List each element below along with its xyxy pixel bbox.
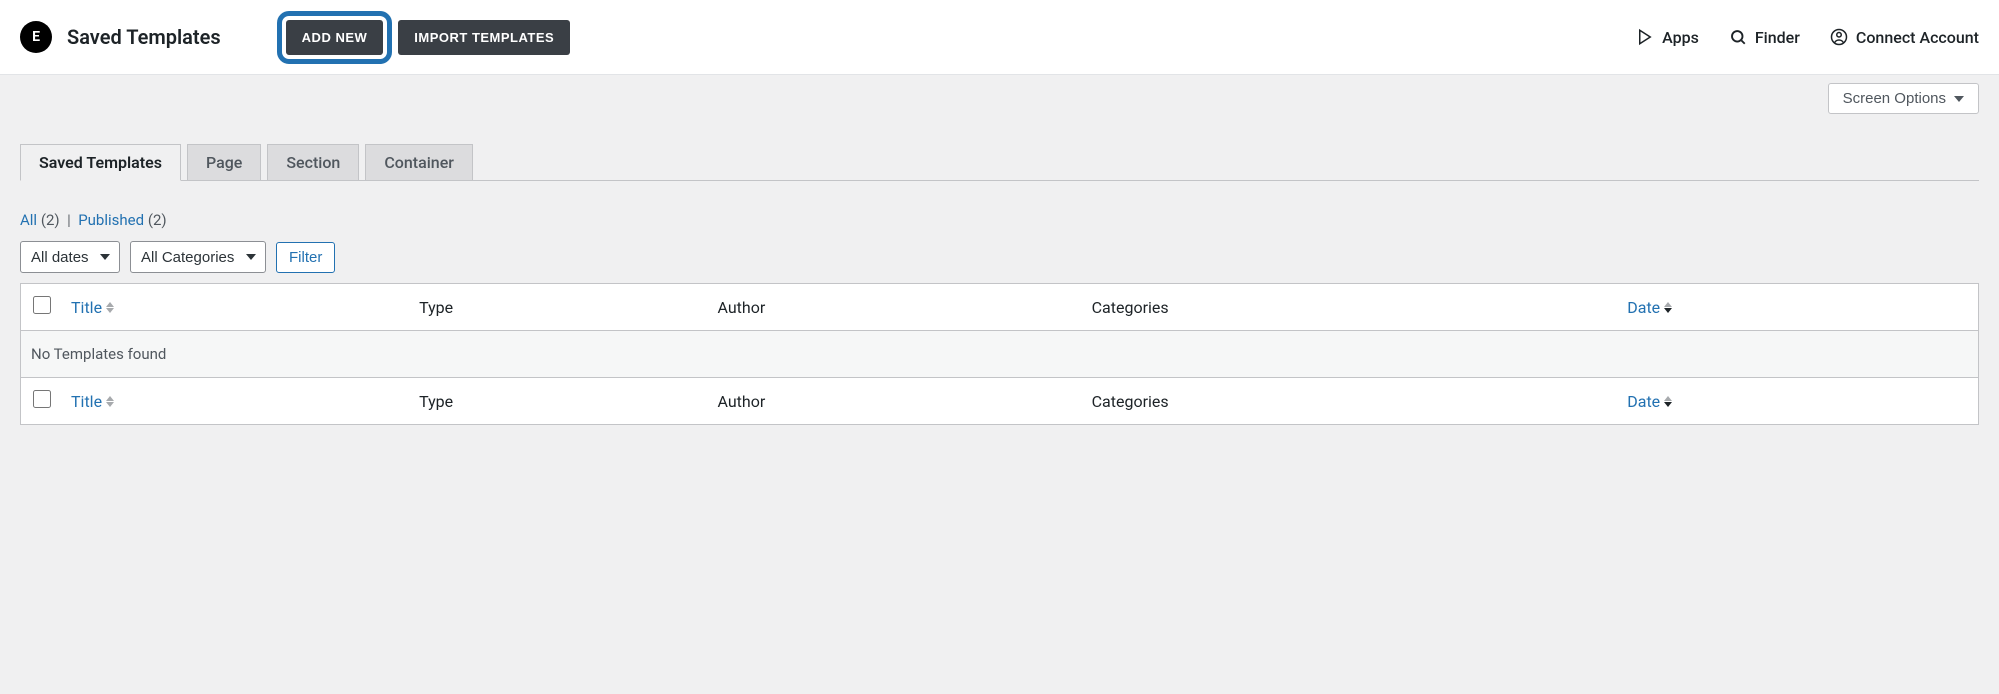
finder-link[interactable]: Finder	[1729, 28, 1800, 47]
col-date-head[interactable]: Date	[1617, 284, 1978, 331]
filter-published-count: (2)	[148, 211, 167, 229]
col-author-foot: Author	[707, 378, 1081, 425]
filter-all-count: (2)	[41, 211, 60, 229]
connect-label: Connect Account	[1856, 28, 1979, 47]
apps-label: Apps	[1662, 28, 1699, 47]
search-icon	[1729, 28, 1747, 46]
logo-text: E	[32, 29, 40, 45]
sort-icon	[1664, 302, 1672, 313]
connect-account-link[interactable]: Connect Account	[1830, 28, 1979, 47]
col-categories-head: Categories	[1082, 284, 1618, 331]
user-icon	[1830, 28, 1848, 46]
col-title-label-foot: Title	[71, 392, 102, 411]
col-checkbox-head	[21, 284, 62, 331]
col-date-label: Date	[1627, 298, 1660, 317]
filter-published-link[interactable]: Published	[78, 211, 144, 229]
col-date-label-foot: Date	[1627, 392, 1660, 411]
tab-container[interactable]: Container	[365, 144, 473, 180]
dates-select[interactable]: All dates	[20, 241, 120, 273]
screen-options-bar: Screen Options	[0, 75, 1999, 114]
chevron-down-icon	[1954, 94, 1964, 104]
filter-button[interactable]: Filter	[276, 242, 335, 273]
empty-message: No Templates found	[21, 331, 1979, 378]
page-title: Saved Templates	[67, 25, 221, 49]
col-categories-foot: Categories	[1082, 378, 1618, 425]
tab-bar: Saved Templates Page Section Container	[20, 144, 1979, 181]
tab-page[interactable]: Page	[187, 144, 261, 180]
table-row-empty: No Templates found	[21, 331, 1979, 378]
select-all-checkbox-foot[interactable]	[33, 390, 51, 408]
select-all-checkbox-head[interactable]	[33, 296, 51, 314]
sort-icon	[106, 302, 114, 313]
col-type-head: Type	[409, 284, 707, 331]
screen-options-label: Screen Options	[1843, 90, 1946, 107]
header-right: Apps Finder Connect Account	[1636, 28, 1979, 47]
finder-label: Finder	[1755, 28, 1800, 47]
header-bar: E Saved Templates ADD NEW IMPORT TEMPLAT…	[0, 0, 1999, 75]
templates-table: Title Type Author Categories Date No Tem…	[20, 283, 1979, 425]
col-author-head: Author	[707, 284, 1081, 331]
screen-options-button[interactable]: Screen Options	[1828, 83, 1979, 114]
content-wrap: Saved Templates Page Section Container A…	[0, 114, 1999, 445]
col-title-label: Title	[71, 298, 102, 317]
apps-link[interactable]: Apps	[1636, 28, 1699, 47]
status-filter-row: All (2) | Published (2)	[20, 211, 1979, 229]
elementor-logo: E	[20, 21, 52, 53]
categories-select[interactable]: All Categories	[130, 241, 266, 273]
header-left: E Saved Templates ADD NEW IMPORT TEMPLAT…	[20, 20, 570, 55]
filter-row: All dates All Categories Filter	[20, 241, 1979, 273]
col-checkbox-foot	[21, 378, 62, 425]
col-title-foot[interactable]: Title	[61, 378, 409, 425]
sort-icon	[106, 396, 114, 407]
col-date-foot[interactable]: Date	[1617, 378, 1978, 425]
filter-all-link[interactable]: All	[20, 211, 37, 229]
sort-icon	[1664, 396, 1672, 407]
tab-section[interactable]: Section	[267, 144, 359, 180]
col-title-head[interactable]: Title	[61, 284, 409, 331]
import-templates-button[interactable]: IMPORT TEMPLATES	[398, 20, 570, 55]
add-new-button[interactable]: ADD NEW	[286, 20, 384, 55]
col-type-foot: Type	[409, 378, 707, 425]
tab-saved-templates[interactable]: Saved Templates	[20, 144, 181, 181]
apps-icon	[1636, 28, 1654, 46]
filter-separator: |	[67, 211, 71, 229]
